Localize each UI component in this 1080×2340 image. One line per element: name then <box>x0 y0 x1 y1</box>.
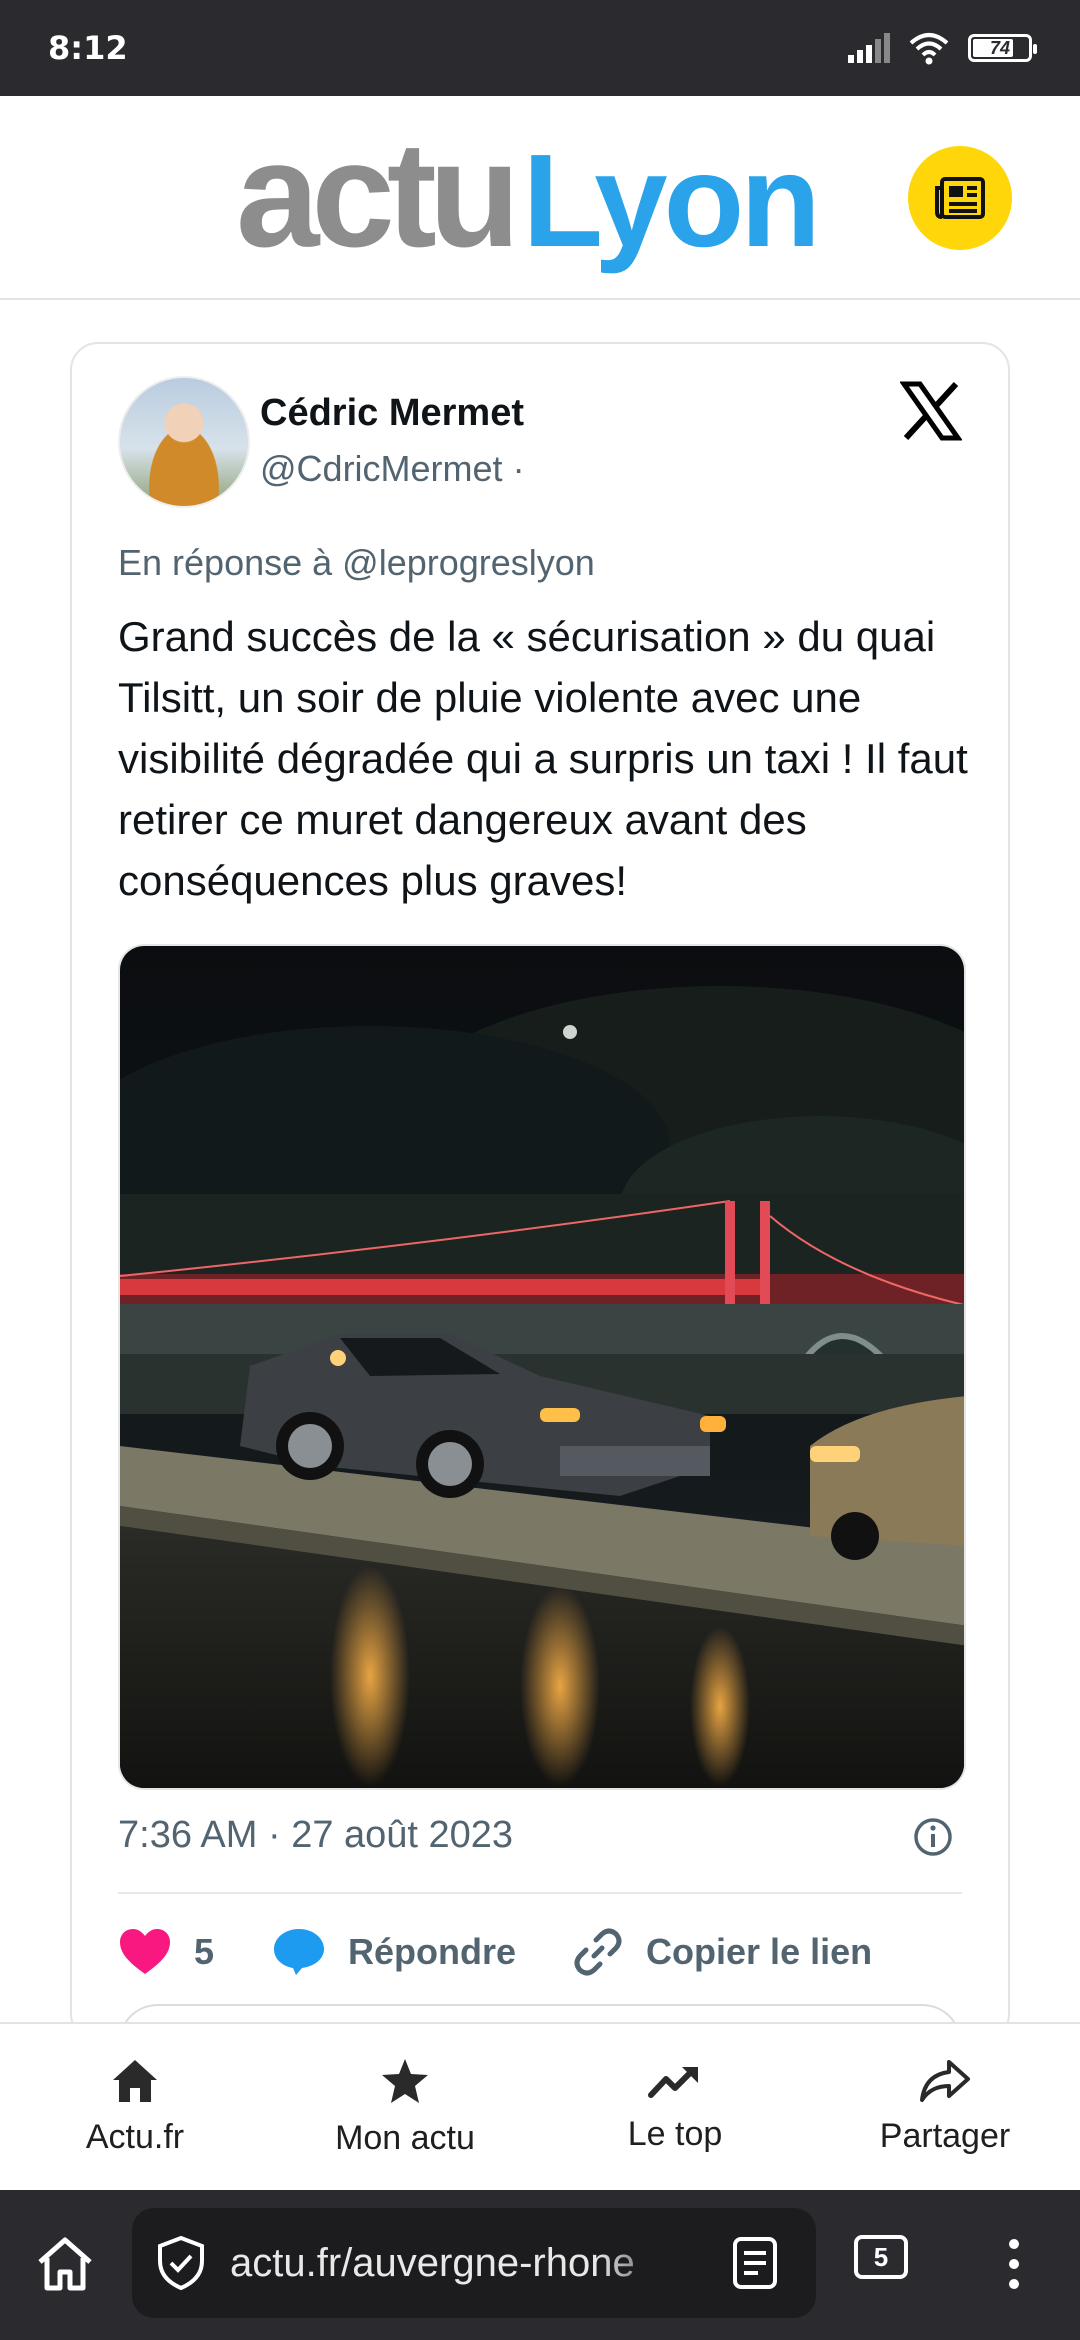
home-icon <box>113 2059 157 2102</box>
nav-label: Actu.fr <box>85 2117 185 2156</box>
share-icon <box>920 2059 970 2102</box>
tweet-embed[interactable]: Cédric Mermet @CdricMermet · En réponse … <box>70 342 1010 2042</box>
nav-label: Le top <box>627 2114 723 2153</box>
like-count: 5 <box>194 1931 215 1972</box>
browser-home-icon[interactable] <box>36 2236 94 2292</box>
tweet-timestamp[interactable]: 7:36 AM · 27 août 2023 <box>118 1814 513 1857</box>
logo-lyon: Lyon <box>522 127 820 274</box>
logo-actu: actu <box>236 110 520 278</box>
x-logo-icon[interactable] <box>900 380 962 442</box>
reply-bubble-icon <box>274 1929 325 1975</box>
reader-mode-icon[interactable] <box>732 2236 778 2290</box>
avatar[interactable] <box>118 376 250 508</box>
bottom-nav: Actu.fr Mon actu Le top Partager <box>0 2022 1080 2190</box>
nav-label: Mon actu <box>335 2118 475 2157</box>
author-handle[interactable]: @CdricMermet · <box>260 448 525 490</box>
newspaper-button[interactable] <box>908 146 1012 250</box>
address-bar[interactable]: actu.fr/auvergne-rhone <box>132 2208 816 2318</box>
tab-switcher-button[interactable]: 5 <box>854 2235 908 2279</box>
more-options-icon[interactable] <box>1006 2236 1022 2292</box>
wifi-icon <box>909 33 949 65</box>
copy-link-label: Copier le lien <box>646 1931 873 1972</box>
star-icon <box>382 2058 428 2103</box>
nav-item-mon-actu[interactable]: Mon actu <box>270 2024 540 2190</box>
newspaper-icon <box>935 177 985 219</box>
author-name[interactable]: Cédric Mermet <box>260 392 524 435</box>
nav-item-le-top[interactable]: Le top <box>540 2024 810 2190</box>
signal-icon <box>848 33 890 63</box>
nav-item-actu[interactable]: Actu.fr <box>0 2024 270 2190</box>
nav-label: Partager <box>879 2116 1011 2155</box>
battery-level: 74 <box>989 37 1011 58</box>
info-icon[interactable] <box>912 1816 954 1858</box>
like-button[interactable]: 5 <box>118 1928 214 1976</box>
shield-check-icon[interactable] <box>156 2235 206 2291</box>
link-icon <box>574 1928 622 1976</box>
status-icons: 74 <box>848 31 1037 65</box>
divider <box>118 1892 962 1894</box>
trending-icon <box>648 2066 698 2098</box>
reply-to[interactable]: En réponse à @leprogreslyon <box>118 542 595 584</box>
site-header: actu Lyon <box>0 96 1080 300</box>
reply-button[interactable]: Répondre <box>272 1927 516 1977</box>
reply-label: Répondre <box>348 1931 517 1972</box>
tweet-actions: 5 Répondre Copier le lien <box>118 1922 978 1982</box>
copy-link-button[interactable]: Copier le lien <box>572 1926 872 1978</box>
actu-lyon-logo[interactable]: actu Lyon <box>236 110 821 278</box>
browser-toolbar: actu.fr/auvergne-rhone 5 <box>0 2190 1080 2340</box>
status-time: 8:12 <box>48 29 128 67</box>
url-text[interactable]: actu.fr/auvergne-rhone <box>230 2241 635 2286</box>
photo-car-on-wall <box>120 946 964 1788</box>
tweet-photo[interactable] <box>118 944 966 1790</box>
battery-icon: 74 <box>968 34 1037 62</box>
status-bar: 8:12 74 <box>0 0 1080 96</box>
nav-item-partager[interactable]: Partager <box>810 2024 1080 2190</box>
tweet-text: Grand succès de la « sécurisation » du q… <box>118 613 968 904</box>
heart-icon <box>120 1929 170 1974</box>
